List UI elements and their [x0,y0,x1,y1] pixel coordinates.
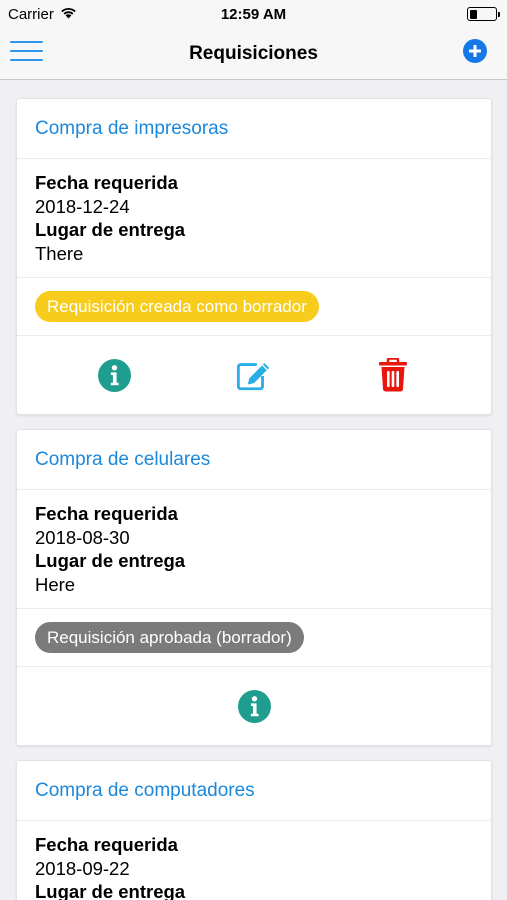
card-title[interactable]: Compra de impresoras [17,99,491,159]
wifi-icon [60,6,77,23]
card-status-row: Requisición aprobada (borrador) [17,609,491,667]
card-title[interactable]: Compra de celulares [17,430,491,490]
status-badge: Requisición creada como borrador [35,291,319,322]
battery-icon [467,7,500,21]
date-label: Fecha requerida [35,503,178,524]
status-left: Carrier [8,6,77,23]
status-badge: Requisición aprobada (borrador) [35,622,304,653]
date-value: 2018-08-30 [35,526,130,548]
place-value: Here [35,573,76,595]
date-value: 2018-09-22 [35,857,130,879]
page-title: Requisiciones [189,42,318,64]
nav-bar: Requisiciones [0,28,507,80]
requisition-list: Compra de impresoras Fecha requerida 201… [16,98,492,900]
card-details: Fecha requerida 2018-12-24 Lugar de entr… [17,159,491,278]
trash-icon[interactable] [375,357,411,393]
carrier-label: Carrier [8,5,54,23]
date-value: 2018-12-24 [35,195,130,217]
requisition-card: Compra de computadores Fecha requerida 2… [16,760,492,900]
place-value: There [35,242,84,264]
hamburger-menu-icon[interactable] [10,41,43,65]
date-label: Fecha requerida [35,172,178,193]
card-actions [17,336,491,414]
status-bar: Carrier 12:59 AM [0,0,507,28]
place-label: Lugar de entrega [35,881,186,900]
card-status-row: Requisición creada como borrador [17,278,491,336]
card-actions [17,667,491,745]
card-title[interactable]: Compra de computadores [17,761,491,821]
plus-circle-icon [463,39,487,63]
card-details: Fecha requerida 2018-09-22 Lugar de entr… [17,821,491,900]
battery-fill [469,9,477,19]
add-requisition-button[interactable] [463,39,487,63]
place-label: Lugar de entrega [35,550,186,571]
info-icon[interactable] [236,688,272,724]
info-icon[interactable] [97,357,133,393]
card-details: Fecha requerida 2018-08-30 Lugar de entr… [17,490,491,609]
edit-icon[interactable] [236,357,272,393]
requisition-card: Compra de celulares Fecha requerida 2018… [16,429,492,746]
requisition-card: Compra de impresoras Fecha requerida 201… [16,98,492,415]
date-label: Fecha requerida [35,834,178,855]
place-label: Lugar de entrega [35,219,186,240]
